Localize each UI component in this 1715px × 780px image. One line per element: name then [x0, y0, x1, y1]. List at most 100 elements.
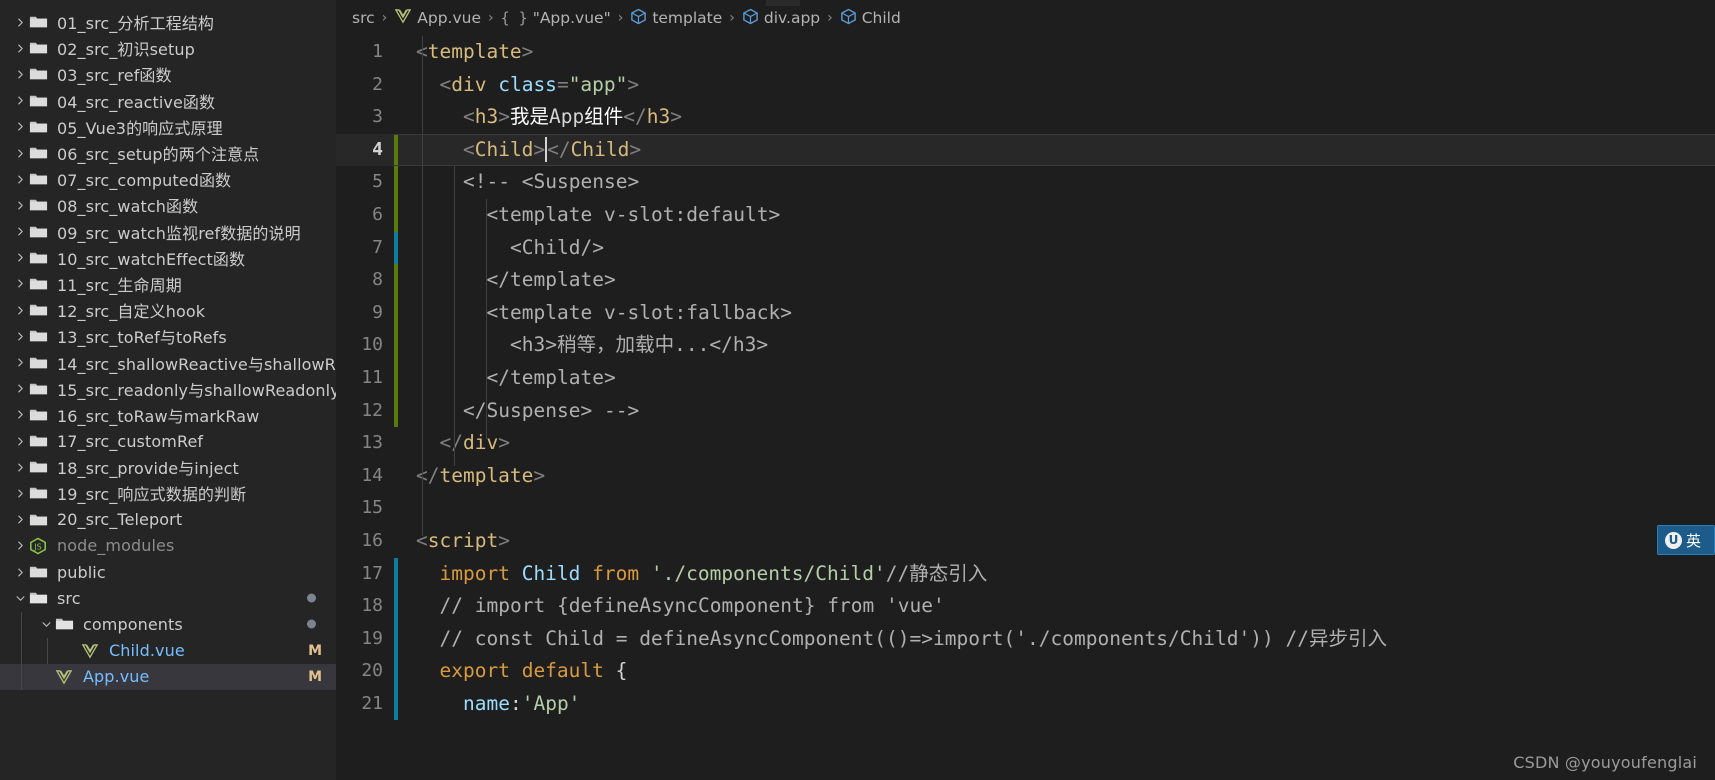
code-line[interactable]: 5 <!-- <Suspense>: [336, 166, 1715, 199]
code-line[interactable]: 20 export default {: [336, 655, 1715, 688]
braces-icon: { }: [500, 9, 528, 27]
chevron-right-icon[interactable]: [12, 200, 29, 211]
tree-item-19-src[interactable]: 19_src_响应式数据的判断: [0, 480, 336, 506]
tree-item-16-src-toraw-markraw[interactable]: 16_src_toRaw与markRaw: [0, 402, 336, 428]
tree-item-child-vue[interactable]: Child.vue M: [0, 638, 336, 664]
tree-item-14-src-shallowreactive-shallowref[interactable]: 14_src_shallowReactive与shallowRef: [0, 349, 336, 375]
tree-item-01-src[interactable]: 01_src_分析工程结构: [0, 9, 336, 35]
folder-icon: [29, 564, 55, 580]
code-line[interactable]: 15: [336, 492, 1715, 525]
code-line[interactable]: 4 <Child> </Child>: [336, 133, 1715, 167]
folder-icon: [29, 302, 55, 318]
chevron-right-icon[interactable]: [12, 278, 29, 289]
tree-item-06-src-setup[interactable]: 06_src_setup的两个注意点: [0, 140, 336, 166]
code-line[interactable]: 9 <template v-slot:fallback>: [336, 296, 1715, 330]
symbol-cube-icon: [840, 8, 857, 29]
tree-item-13-src-toref-torefs[interactable]: 13_src_toRef与toRefs: [0, 323, 336, 349]
line-number: 3: [372, 106, 383, 128]
code-editor[interactable]: 1<template>2 <div class="app">3 <h3>我是Ap…: [336, 36, 1715, 780]
tree-item-12-src-hook[interactable]: 12_src_自定义hook: [0, 297, 336, 323]
vue-icon: [55, 669, 81, 685]
tree-item-app-vue[interactable]: App.vue M: [0, 663, 336, 690]
chevron-right-icon[interactable]: [12, 17, 29, 28]
chevron-right-icon[interactable]: [12, 331, 29, 342]
code-line[interactable]: 2 <div class="app">: [336, 69, 1715, 102]
tree-item-public[interactable]: public: [0, 559, 336, 585]
breadcrumb-item-div-app[interactable]: div.app: [742, 8, 820, 29]
chevron-right-icon[interactable]: [12, 409, 29, 420]
tree-item-18-src-provide-inject[interactable]: 18_src_provide与inject: [0, 454, 336, 480]
tree-item-07-src-computed[interactable]: 07_src_computed函数: [0, 166, 336, 192]
code-line[interactable]: 14 </template>: [336, 460, 1715, 493]
chevron-down-icon[interactable]: [12, 593, 29, 604]
code-line[interactable]: 6 <template v-slot:default>: [336, 198, 1715, 232]
code-line[interactable]: 3 <h3>我是App组件</h3>: [336, 101, 1715, 134]
chevron-right-icon[interactable]: [12, 567, 29, 578]
tree-item-05-vue3[interactable]: 05_Vue3的响应式原理: [0, 114, 336, 140]
tree-item-02-src-setup[interactable]: 02_src_初识setup: [0, 35, 336, 61]
chevron-right-icon[interactable]: [12, 148, 29, 159]
tree-item-components[interactable]: components: [0, 611, 336, 637]
chevron-right-icon[interactable]: [12, 357, 29, 368]
code-line[interactable]: 21 name:'App': [336, 687, 1715, 721]
folder-icon: [29, 14, 55, 30]
code-line[interactable]: 1 <template>: [336, 36, 1715, 69]
code-line[interactable]: 19 // const Child = defineAsyncComponent…: [336, 622, 1715, 656]
breadcrumb-item-app-vue[interactable]: { } "App.vue": [501, 9, 611, 27]
chevron-right-icon[interactable]: [12, 69, 29, 80]
code-line[interactable]: 11 </template>: [336, 361, 1715, 395]
code-line[interactable]: 8 </template>: [336, 264, 1715, 297]
code-line[interactable]: 7 <Child/>: [336, 231, 1715, 265]
chevron-right-icon[interactable]: [12, 252, 29, 263]
breadcrumb-item-template[interactable]: template: [630, 8, 722, 29]
breadcrumb[interactable]: src › App.vue › { } "App.vue" › template › div.ap…: [336, 0, 1715, 36]
chevron-right-icon[interactable]: [12, 462, 29, 473]
code-line[interactable]: 17 import Child from './components/Child…: [336, 557, 1715, 591]
tree-item-11-src[interactable]: 11_src_生命周期: [0, 271, 336, 297]
code-line[interactable]: 16 <script>: [336, 525, 1715, 558]
chevron-right-icon[interactable]: [12, 174, 29, 185]
breadcrumb-item-child[interactable]: Child: [840, 8, 901, 29]
chevron-right-icon[interactable]: [12, 95, 29, 106]
watermark-text: CSDN @youyoufenglai: [1513, 753, 1697, 772]
chevron-right-icon[interactable]: [12, 514, 29, 525]
tree-item-10-src-watcheffect[interactable]: 10_src_watchEffect函数: [0, 245, 336, 271]
chevron-right-icon[interactable]: [12, 121, 29, 132]
code-line[interactable]: 10 <h3>稍等，加载中...</h3>: [336, 329, 1715, 362]
tree-item-09-src-watch-ref[interactable]: 09_src_watch监视ref数据的说明: [0, 219, 336, 245]
tree-item-17-src-customref[interactable]: 17_src_customRef: [0, 428, 336, 454]
tree-item-20-src-teleport[interactable]: 20_src_Teleport: [0, 507, 336, 533]
code-line-text: // const Child = defineAsyncComponent(()…: [439, 626, 1388, 650]
folder-icon: [29, 433, 55, 449]
tree-item-04-src-reactive[interactable]: 04_src_reactive函数: [0, 88, 336, 114]
tree-item-label: 02_src_初识setup: [57, 40, 195, 60]
code-line[interactable]: 12 </Suspense> -->: [336, 394, 1715, 428]
code-line[interactable]: 18 // import {defineAsyncComponent} from…: [336, 590, 1715, 623]
tree-item-node-modules[interactable]: JS node_modules: [0, 533, 336, 559]
code-indent-guide: [422, 36, 423, 536]
explorer-sidebar[interactable]: 01_src_分析工程结构 02_src_初识setup 03_src_ref函数 0…: [0, 0, 336, 780]
line-number: 4: [372, 138, 383, 160]
chevron-right-icon[interactable]: [12, 305, 29, 316]
chevron-right-icon[interactable]: [12, 226, 29, 237]
chevron-right-icon[interactable]: [12, 488, 29, 499]
tree-item-08-src-watch[interactable]: 08_src_watch函数: [0, 192, 336, 218]
code-line[interactable]: 13 </div>: [336, 427, 1715, 460]
tree-item-15-src-readonly-shallowreadonly[interactable]: 15_src_readonly与shallowReadonly: [0, 376, 336, 402]
breadcrumb-item-app-vue[interactable]: App.vue: [394, 8, 481, 28]
chevron-right-icon[interactable]: [12, 436, 29, 447]
breadcrumb-item-src[interactable]: src: [352, 9, 375, 27]
code-line-text: <h3>我是App组件</h3>: [463, 105, 683, 129]
ime-indicator[interactable]: U 英: [1657, 525, 1715, 555]
tree-item-src[interactable]: src: [0, 585, 336, 611]
file-tree[interactable]: 01_src_分析工程结构 02_src_初识setup 03_src_ref函数 0…: [0, 9, 336, 690]
breadcrumb-item-label: App.vue: [417, 9, 481, 27]
tree-item-03-src-ref[interactable]: 03_src_ref函数: [0, 61, 336, 87]
chevron-right-icon[interactable]: [12, 383, 29, 394]
chevron-right-icon[interactable]: [12, 540, 29, 551]
chevron-right-icon[interactable]: [12, 43, 29, 54]
line-number: 2: [372, 73, 383, 95]
chevron-down-icon[interactable]: [38, 619, 55, 630]
folder-icon: [29, 355, 55, 371]
folder-icon: [29, 119, 55, 135]
